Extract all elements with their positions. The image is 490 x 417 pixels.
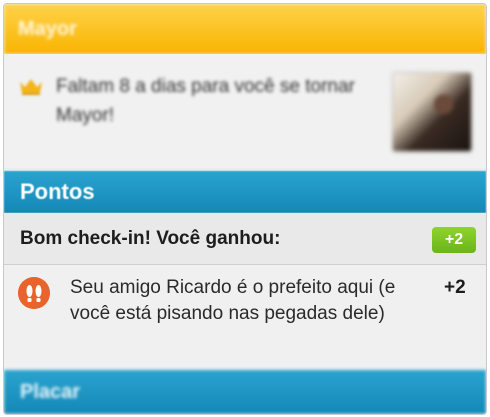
mayor-section-header: Mayor — [4, 4, 486, 54]
footprints-icon — [18, 277, 50, 309]
mayor-message: Faltam 8 a dias para você se tornar Mayo… — [56, 76, 355, 126]
mayor-avatar[interactable] — [392, 72, 472, 152]
placar-section-header: Placar — [4, 370, 486, 414]
checkin-points-row: Bom check-in! Você ganhou: +2 — [4, 213, 486, 265]
friend-mayor-message: Seu amigo Ricardo é o prefeito aqui (e v… — [70, 277, 396, 324]
points-total-badge: +2 — [432, 227, 476, 253]
checkin-label: Bom check-in! Você ganhou: — [20, 228, 281, 249]
checkin-results-panel: Mayor Faltam 8 a dias para você se torna… — [3, 3, 487, 415]
mayor-row[interactable]: Faltam 8 a dias para você se tornar Mayo… — [4, 54, 486, 168]
crown-icon — [20, 79, 42, 95]
friend-mayor-row: Seu amigo Ricardo é o prefeito aqui (e v… — [4, 265, 486, 370]
pontos-section-header: Pontos — [4, 171, 486, 213]
friend-mayor-points: +2 — [444, 277, 466, 298]
